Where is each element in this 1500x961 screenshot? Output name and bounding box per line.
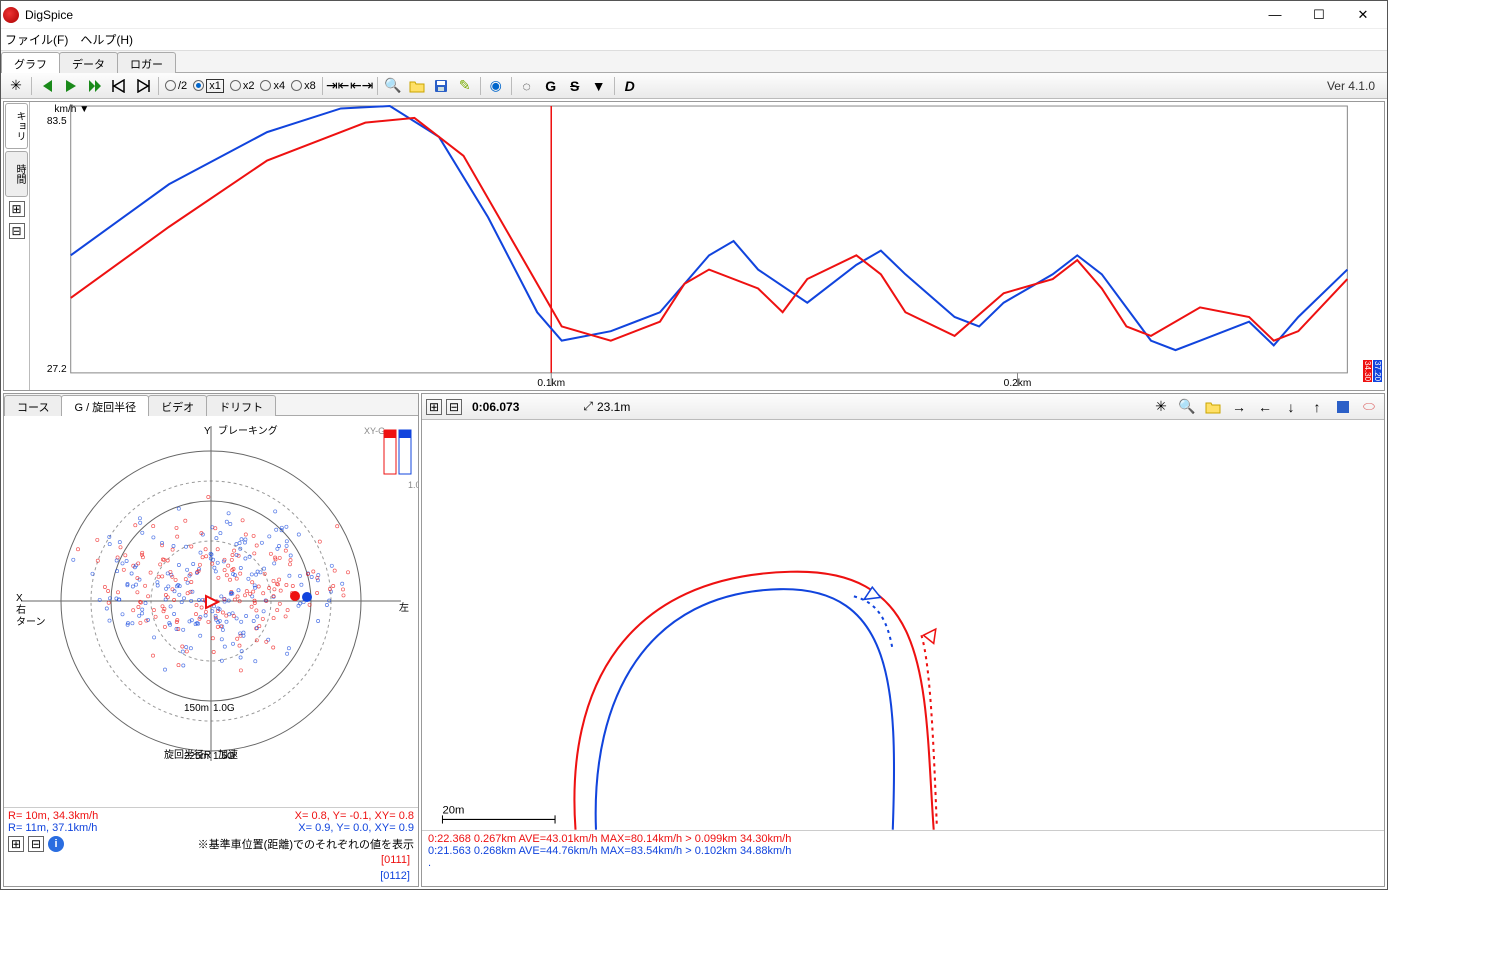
map-save-icon[interactable] (1332, 396, 1354, 418)
track-map[interactable]: 20m (422, 420, 1384, 830)
app-icon (3, 7, 19, 23)
d-button[interactable]: D (619, 75, 641, 97)
zoom-x2[interactable]: x2 (230, 80, 255, 92)
main-toolbar: ✳ /2 x1 x2 x4 x8 ⇥⇤ ⇤⇥ 🔍 ✎ ◉ ◌ G S ▼ D V… (1, 73, 1387, 99)
vtab-distance[interactable]: キョリ (5, 103, 28, 149)
align-out-icon[interactable]: ⇤⇥ (351, 75, 373, 97)
badge-red: 34.30 (1363, 360, 1372, 382)
collapse-button[interactable]: ⊟ (9, 223, 25, 239)
svg-text:加速: 加速 (218, 749, 238, 761)
xy-readout-blue: X= 0.9, Y= 0.0, XY= 0.9 (298, 822, 414, 834)
zoom-half[interactable]: /2 (165, 80, 187, 92)
summary-blue: 0:21.563 0.268km AVE=44.76km/h MAX=83.54… (428, 845, 1378, 857)
g-plot[interactable]: 150m 1.0G 225m 1.5G Y ブレーキング X 右 ターン 左 加… (4, 416, 418, 807)
svg-text:旋回半径R: 旋回半径R (164, 748, 211, 761)
tab-g[interactable]: G / 旋回半径 (61, 395, 149, 416)
tab-drift[interactable]: ドリフト (206, 395, 276, 416)
svg-text:0.2km: 0.2km (1004, 378, 1032, 389)
main-tabs: グラフ データ ロガー (1, 51, 1387, 73)
tab-data[interactable]: データ (59, 52, 118, 73)
align-in-icon[interactable]: ⇥⇤ (327, 75, 349, 97)
g-expand[interactable]: ⊞ (8, 836, 24, 852)
map-expand[interactable]: ⊞ (426, 399, 442, 415)
s-button[interactable]: S (564, 75, 586, 97)
fast-forward-button[interactable] (84, 75, 106, 97)
zoom-x1[interactable]: x1 (193, 79, 224, 93)
magnifier-icon[interactable]: 🔍 (382, 75, 404, 97)
expand-button[interactable]: ⊞ (9, 201, 25, 217)
svg-text:83.5: 83.5 (47, 116, 67, 127)
map-time: 0:06.073 (472, 400, 519, 414)
summary-red: 0:22.368 0.267km AVE=43.01km/h MAX=80.14… (428, 833, 1378, 845)
speed-chart[interactable]: km/h ▼ 83.5 27.2 0.1km 0.2km 34.30 37.20 (30, 102, 1384, 390)
speed-chart-panel: キョリ 時間 ⊞ ⊟ km/h ▼ 83.5 27.2 0.1km 0.2km (3, 101, 1385, 391)
vtab-time[interactable]: 時間 (5, 151, 28, 197)
rewind-full-button[interactable] (36, 75, 58, 97)
menu-help[interactable]: ヘルプ(H) (80, 31, 133, 48)
svg-text:1.0: 1.0 (408, 480, 418, 490)
map-dist: 23.1m (597, 400, 630, 414)
svg-text:0.1km: 0.1km (537, 378, 565, 389)
titlebar: DigSpice — ☐ ✕ (1, 1, 1387, 29)
r-readout-blue: R= 11m, 37.1km/h (8, 822, 97, 834)
xy-readout-red: X= 0.8, Y= -0.1, XY= 0.8 (295, 810, 414, 822)
maximize-button[interactable]: ☐ (1297, 1, 1341, 29)
svg-text:27.2: 27.2 (47, 364, 67, 375)
tab-logger[interactable]: ロガー (117, 52, 176, 73)
arrow-left-icon[interactable]: ← (1254, 396, 1276, 418)
svg-text:km/h ▼: km/h ▼ (54, 104, 89, 115)
dropdown-icon[interactable]: ▼ (588, 75, 610, 97)
svg-text:X: X (16, 593, 23, 604)
open-folder-button[interactable] (406, 75, 428, 97)
map-open-icon[interactable] (1202, 396, 1224, 418)
close-button[interactable]: ✕ (1341, 1, 1385, 29)
step-fwd-button[interactable] (132, 75, 154, 97)
map-panel: ⊞ ⊟ 0:06.073 ⤢ 23.1m ✳ 🔍 → ← ↓ ↑ ⬭ (421, 393, 1385, 887)
globe-icon[interactable]: ◉ (485, 75, 507, 97)
summary-dot: . (428, 857, 1378, 869)
tab-course[interactable]: コース (4, 395, 62, 416)
r-readout-red: R= 10m, 34.3km/h (8, 810, 98, 822)
svg-text:1.0G: 1.0G (213, 703, 235, 714)
map-zoom-icon[interactable]: 🔍 (1176, 396, 1198, 418)
menu-file[interactable]: ファイル(F) (5, 31, 68, 48)
minimize-button[interactable]: — (1253, 1, 1297, 29)
app-title: DigSpice (25, 8, 1253, 22)
link-icon[interactable]: ⬭ (1358, 396, 1380, 418)
play-button[interactable] (60, 75, 82, 97)
menubar: ファイル(F) ヘルプ(H) (1, 29, 1387, 51)
lap-blue: [0112] (380, 870, 410, 882)
snap-icon[interactable]: ✳ (5, 75, 27, 97)
version-label: Ver 4.1.0 (1327, 79, 1383, 93)
g-footnote: ※基準車位置(距離)でのそれぞれの値を表示 (198, 836, 414, 852)
g-panel: コース G / 旋回半径 ビデオ ドリフト 15 (3, 393, 419, 887)
target-icon[interactable]: ◌ (516, 75, 538, 97)
svg-text:Y: Y (204, 426, 211, 437)
g-button[interactable]: G (540, 75, 562, 97)
map-collapse[interactable]: ⊟ (446, 399, 462, 415)
svg-text:20m: 20m (442, 804, 464, 816)
app-window: DigSpice — ☐ ✕ ファイル(F) ヘルプ(H) グラフ データ ロガ… (0, 0, 1388, 890)
svg-text:XY-G: XY-G (364, 426, 385, 436)
arrow-down-icon[interactable]: ↓ (1280, 396, 1302, 418)
badge-blue: 37.20 (1373, 360, 1382, 382)
svg-text:右: 右 (16, 603, 26, 616)
marker-icon[interactable]: ✎ (454, 75, 476, 97)
svg-text:150m: 150m (184, 703, 209, 714)
arrow-right-icon[interactable]: → (1228, 396, 1250, 418)
info-icon[interactable]: i (48, 836, 64, 852)
arrow-up-icon[interactable]: ↑ (1306, 396, 1328, 418)
svg-text:ターン: ターン (16, 616, 46, 628)
svg-text:ブレーキング: ブレーキング (218, 424, 278, 437)
tab-video[interactable]: ビデオ (148, 395, 207, 416)
save-button[interactable] (430, 75, 452, 97)
zoom-x8[interactable]: x8 (291, 80, 316, 92)
svg-text:左: 左 (399, 601, 409, 614)
step-back-button[interactable] (108, 75, 130, 97)
tab-graph[interactable]: グラフ (1, 52, 60, 73)
zoom-x4[interactable]: x4 (260, 80, 285, 92)
g-collapse[interactable]: ⊟ (28, 836, 44, 852)
map-snap-icon[interactable]: ✳ (1150, 396, 1172, 418)
lap-red: [0111] (381, 854, 410, 866)
